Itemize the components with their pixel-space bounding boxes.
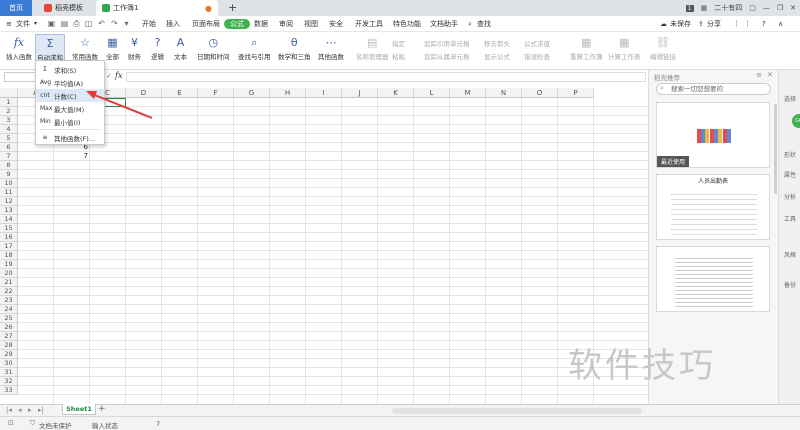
status-mode-icon[interactable]: ⊡	[8, 419, 14, 427]
arrow-head-icon	[86, 91, 97, 99]
panel-close-icon[interactable]: ✕	[767, 71, 773, 79]
thumb-table-2	[675, 257, 753, 307]
sheet-tab-bar: |◂ ◂ ▸ ▸| +	[0, 404, 800, 416]
doc-protect-status[interactable]: 文档未保护	[39, 420, 72, 430]
shield-icon: ⛉	[30, 419, 36, 427]
sidebar-tools[interactable]: 工具	[781, 214, 799, 223]
template-thumb-2[interactable]: 人员出勤表	[656, 174, 770, 240]
sheet-nav-prev-icon[interactable]: ◂	[18, 406, 22, 414]
sheet-nav-first-icon[interactable]: |◂	[6, 406, 12, 414]
panel-search-icon: ⌕	[660, 84, 664, 92]
panel-title: 稻壳推荐	[654, 74, 680, 82]
sidebar-property[interactable]: 属性	[781, 170, 799, 179]
panel-menu-icon[interactable]: ≡	[756, 71, 762, 79]
thumb-doc-title: 人员出勤表	[697, 178, 728, 185]
add-sheet-button[interactable]: +	[98, 404, 106, 414]
thumb-table	[671, 191, 757, 235]
status-bar: ⊡ ⛉ 文档未保护 输入状态 7	[0, 416, 800, 430]
panel-search-input[interactable]: 搜索一切您想要的	[656, 83, 771, 95]
sheet-nav-last-icon[interactable]: ▸|	[38, 406, 44, 414]
sidebar-select[interactable]: 选择	[781, 94, 799, 103]
arrow-shaft	[91, 93, 153, 119]
sheet-tab-sheet1[interactable]: Sheet1	[62, 404, 96, 415]
horizontal-scrollbar[interactable]	[392, 408, 642, 414]
template-thumb-3[interactable]	[656, 246, 770, 312]
sidebar-analysis[interactable]: 分析	[781, 192, 799, 201]
sidebar-float-icon[interactable]: GO	[792, 114, 800, 128]
count-value: 7	[156, 420, 161, 428]
input-state: 输入状态	[92, 422, 118, 430]
sheet-nav-next-icon[interactable]: ▸	[28, 406, 32, 414]
sidebar-backup[interactable]: 备份	[781, 280, 799, 289]
recent-label: 最近使用	[657, 156, 690, 167]
watermark: 软件技巧	[568, 346, 716, 386]
template-thumb-1[interactable]: 最近使用	[656, 102, 770, 168]
sidebar-shape[interactable]: 形状	[781, 150, 799, 159]
panel-scrollbar[interactable]	[774, 104, 777, 194]
thumb-icons	[697, 129, 731, 143]
sidebar-style[interactable]: 风格	[781, 250, 799, 259]
right-sidebar: GO 选择 形状 属性 分析 工具 风格 备份	[778, 70, 800, 404]
